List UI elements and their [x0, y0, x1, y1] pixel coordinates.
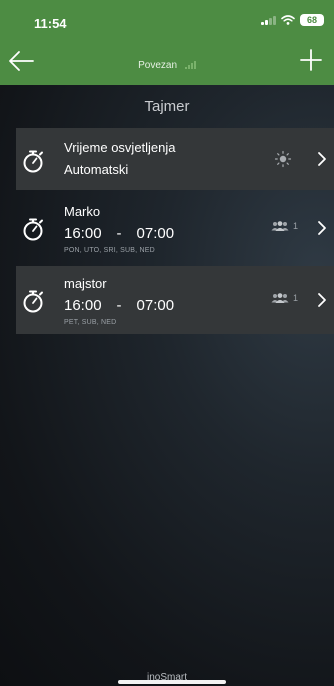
sun-icon — [274, 150, 292, 168]
timer-time-range: 16:00 - 07:00 — [64, 297, 174, 314]
chevron-right-icon — [318, 293, 326, 307]
status-icons: 68 — [261, 14, 324, 26]
cellular-signal-icon — [261, 15, 276, 25]
stopwatch-icon — [23, 218, 43, 241]
users-group-icon — [271, 293, 289, 303]
status-time: 11:54 — [34, 16, 67, 31]
battery-indicator: 68 — [300, 14, 324, 26]
lighting-time-mode: Automatski — [64, 162, 129, 177]
timer-list: Vrijeme osvjetljenja Automatski Marko 16… — [16, 128, 334, 338]
stopwatch-icon — [23, 290, 43, 313]
users-group-icon — [271, 221, 289, 231]
timer-row-majstor[interactable]: majstor 16:00 - 07:00 PET, SUB, NED 1 — [16, 266, 334, 334]
page-title: Tajmer — [144, 98, 190, 115]
stopwatch-icon — [23, 150, 43, 173]
timer-row-marko[interactable]: Marko 16:00 - 07:00 PON, UTO, SRI, SUB, … — [16, 194, 334, 262]
add-timer-button[interactable] — [298, 47, 324, 73]
app-screen: 11:54 68 Povezan Tajmer Vrijeme osvjetlj… — [0, 0, 334, 686]
timer-start-time: 16:00 — [64, 297, 102, 314]
timer-time-range: 16:00 - 07:00 — [64, 225, 174, 242]
timer-days: PET, SUB, NED — [64, 319, 117, 326]
connection-status: Povezan — [0, 60, 334, 71]
timer-start-time: 16:00 — [64, 225, 102, 242]
users-count: 1 — [292, 293, 298, 303]
timer-end-time: 07:00 — [136, 297, 175, 314]
timer-name: majstor — [64, 276, 107, 291]
connection-label: Povezan — [138, 60, 178, 71]
time-separator: - — [116, 297, 122, 314]
home-indicator[interactable] — [118, 680, 226, 684]
users-count: 1 — [292, 221, 298, 231]
lighting-time-title: Vrijeme osvjetljenja — [64, 140, 176, 155]
chevron-right-icon — [318, 152, 326, 166]
timer-name: Marko — [64, 204, 101, 219]
chevron-right-icon — [318, 221, 326, 235]
wifi-icon — [281, 15, 295, 25]
users-count-badge: 1 — [271, 221, 298, 231]
timer-end-time: 07:00 — [136, 225, 175, 242]
timer-days: PON, UTO, SRI, SUB, NED — [64, 247, 155, 254]
connection-strength-icon — [184, 60, 196, 69]
time-separator: - — [116, 225, 122, 242]
lighting-time-row[interactable]: Vrijeme osvjetljenja Automatski — [16, 128, 334, 190]
users-count-badge: 1 — [271, 293, 298, 303]
app-header: 11:54 68 Povezan — [0, 0, 334, 85]
